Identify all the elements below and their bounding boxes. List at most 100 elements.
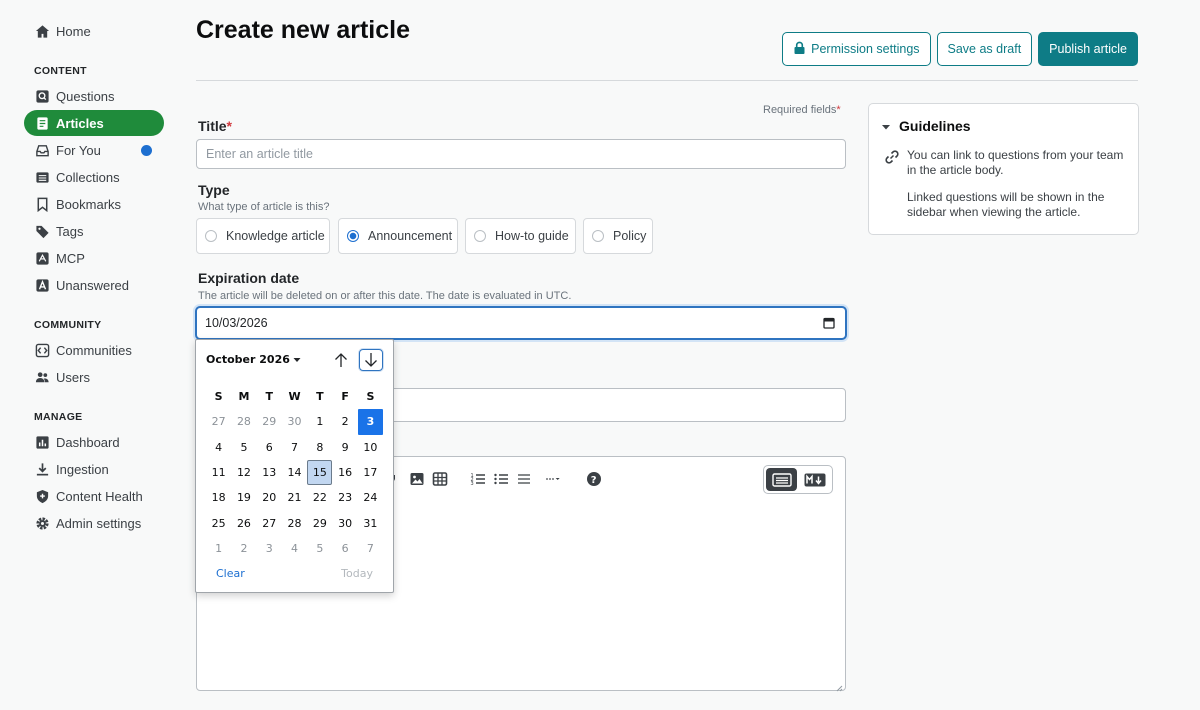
calendar-day[interactable]: 29 (307, 510, 332, 535)
radio-policy[interactable] (592, 230, 604, 242)
sidebar-item-communities[interactable]: Communities (24, 337, 164, 363)
articles-icon (34, 115, 50, 131)
sidebar-item-content-health[interactable]: Content Health (24, 483, 164, 509)
calendar-day[interactable]: 5 (307, 536, 332, 561)
sidebar-item-label: Users (56, 369, 90, 385)
sidebar-item-mcp[interactable]: MCP (24, 245, 164, 271)
image-icon[interactable] (408, 471, 426, 487)
calendar-icon[interactable] (823, 317, 835, 329)
sidebar-item-articles[interactable]: Articles (24, 110, 164, 136)
weekday-header: F (341, 390, 349, 404)
guidelines-toggle[interactable]: Guidelines (881, 118, 971, 134)
publish-article-button[interactable]: Publish article (1038, 32, 1138, 66)
next-month-button[interactable] (359, 349, 383, 371)
sidebar-item-bookmarks[interactable]: Bookmarks (24, 191, 164, 217)
calendar-day[interactable]: 16 (332, 460, 357, 485)
radio-how-to-guide[interactable] (474, 230, 486, 242)
calendar-day[interactable]: 2 (332, 409, 357, 434)
rich-text-mode-icon[interactable] (766, 468, 797, 491)
expiration-date-input[interactable]: 10/03/2026 (195, 306, 847, 340)
calendar-day[interactable]: 26 (231, 510, 256, 535)
help-icon[interactable]: ? (585, 471, 603, 487)
calendar-day[interactable]: 9 (332, 435, 357, 460)
calendar-day[interactable]: 5 (231, 435, 256, 460)
calendar-day[interactable]: 22 (307, 485, 332, 510)
sidebar-item-questions[interactable]: Questions (24, 83, 164, 109)
calendar-day[interactable]: 15 (307, 459, 333, 486)
markdown-mode-icon[interactable] (799, 468, 830, 491)
sidebar-item-ingestion[interactable]: Ingestion (24, 456, 164, 482)
previous-month-button[interactable] (329, 349, 353, 371)
calendar-day[interactable]: 3 (357, 409, 384, 435)
calendar-day[interactable]: 30 (282, 409, 307, 434)
resize-handle-icon[interactable] (835, 680, 843, 692)
type-option-policy[interactable]: Policy (583, 218, 653, 254)
calendar-day[interactable]: 20 (257, 485, 282, 510)
sidebar-item-label: Tags (56, 223, 84, 239)
ordered-list-icon[interactable]: 123 (469, 471, 487, 487)
calendar-day[interactable]: 1 (206, 536, 231, 561)
expiration-date-value: 10/03/2026 (205, 316, 268, 330)
sidebar-item-label: Ingestion (56, 461, 109, 477)
type-hint: What type of article is this? (198, 201, 330, 213)
calendar-day[interactable]: 25 (206, 510, 231, 535)
sidebar-item-label: Bookmarks (56, 196, 122, 212)
more-options-icon[interactable] (541, 471, 565, 487)
calendar-day[interactable]: 14 (282, 460, 307, 485)
calendar-day[interactable]: 28 (282, 510, 307, 535)
mcp-icon (34, 250, 50, 266)
calendar-day[interactable]: 7 (358, 536, 383, 561)
calendar-day[interactable]: 4 (282, 536, 307, 561)
month-year-select[interactable]: October 2026 (206, 353, 301, 366)
save-draft-button[interactable]: Save as draft (936, 32, 1033, 66)
calendar-day[interactable]: 11 (206, 460, 231, 485)
calendar-day[interactable]: 13 (257, 460, 282, 485)
today-button[interactable]: Today (341, 567, 373, 580)
calendar-day[interactable]: 31 (358, 510, 383, 535)
calendar-day[interactable]: 6 (257, 435, 282, 460)
calendar-day[interactable]: 17 (358, 460, 383, 485)
table-icon[interactable] (431, 471, 449, 487)
calendar-day[interactable]: 7 (282, 435, 307, 460)
calendar-day[interactable]: 21 (282, 485, 307, 510)
calendar-day[interactable]: 1 (307, 409, 332, 434)
arrow-down-icon (365, 353, 377, 367)
calendar-day[interactable]: 19 (231, 485, 256, 510)
calendar-day[interactable]: 12 (231, 460, 256, 485)
sidebar-item-unanswered[interactable]: Unanswered (24, 272, 164, 298)
horizontal-rule-icon[interactable] (515, 471, 533, 487)
sidebar-item-admin-settings[interactable]: Admin settings (24, 510, 164, 536)
radio-announcement[interactable] (347, 230, 359, 242)
radio-knowledge-article[interactable] (205, 230, 217, 242)
weekday-header: M (238, 390, 250, 404)
calendar-day[interactable]: 4 (206, 435, 231, 460)
sidebar-item-dashboard[interactable]: Dashboard (24, 429, 164, 455)
calendar-day[interactable]: 10 (358, 435, 383, 460)
sidebar-item-for-you[interactable]: For You (24, 137, 164, 163)
sidebar-item-users[interactable]: Users (24, 364, 164, 390)
bullet-list-icon[interactable] (492, 471, 510, 487)
sidebar-item-home[interactable]: Home (24, 18, 164, 44)
title-input[interactable]: Enter an article title (196, 139, 846, 169)
calendar-day[interactable]: 28 (231, 409, 256, 434)
calendar-day[interactable]: 30 (332, 510, 357, 535)
caret-down-icon (881, 118, 891, 134)
title-placeholder: Enter an article title (206, 147, 313, 161)
calendar-day[interactable]: 3 (257, 536, 282, 561)
calendar-day[interactable]: 2 (231, 536, 256, 561)
calendar-day[interactable]: 6 (332, 536, 357, 561)
sidebar-item-collections[interactable]: Collections (24, 164, 164, 190)
permission-settings-button[interactable]: Permission settings (782, 32, 931, 66)
sidebar-item-tags[interactable]: Tags (24, 218, 164, 244)
type-option-announcement[interactable]: Announcement (338, 218, 458, 254)
calendar-day[interactable]: 18 (206, 485, 231, 510)
calendar-day[interactable]: 23 (332, 485, 357, 510)
type-option-knowledge-article[interactable]: Knowledge article (196, 218, 330, 254)
calendar-day[interactable]: 8 (307, 435, 332, 460)
type-option-how-to-guide[interactable]: How-to guide (465, 218, 576, 254)
calendar-day[interactable]: 29 (257, 409, 282, 434)
calendar-day[interactable]: 27 (206, 409, 231, 434)
calendar-day[interactable]: 24 (358, 485, 383, 510)
calendar-day[interactable]: 27 (257, 510, 282, 535)
clear-button[interactable]: Clear (216, 567, 245, 580)
